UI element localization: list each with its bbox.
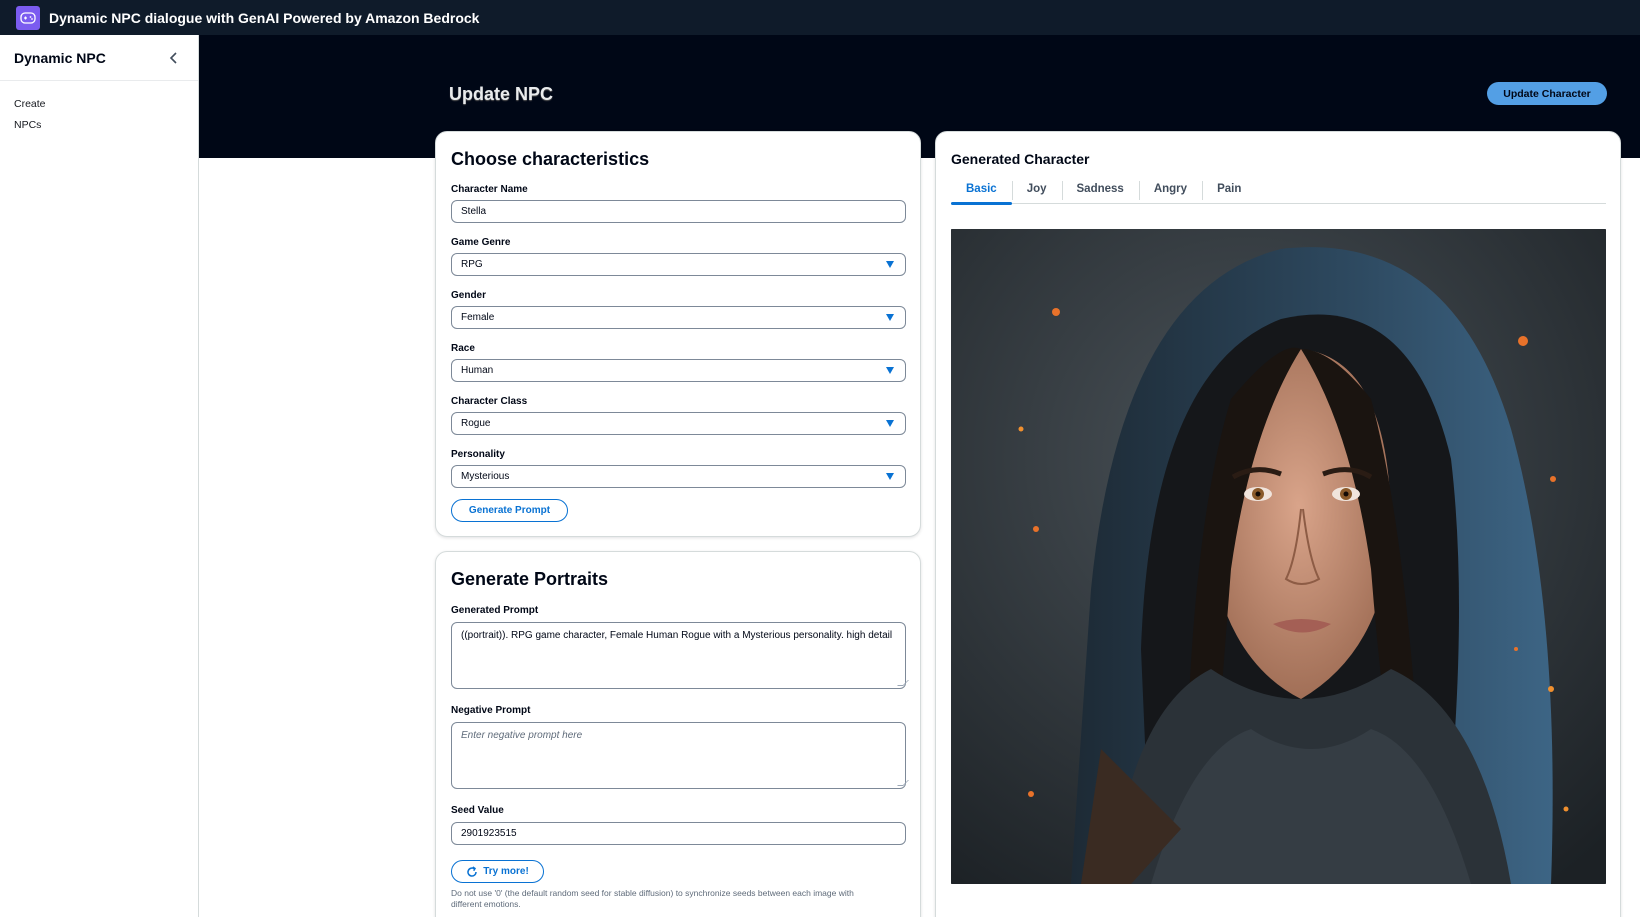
race-value: Human bbox=[461, 365, 494, 376]
sidebar-title[interactable]: Dynamic NPC bbox=[14, 50, 106, 66]
generated-prompt-label: Generated Prompt bbox=[451, 605, 539, 616]
character-name-label: Character Name bbox=[451, 184, 528, 195]
seed-help-text: Do not use '0' (the default random seed … bbox=[451, 888, 854, 909]
emotion-tabs: Basic Joy Sadness Angry Pain bbox=[951, 179, 1606, 205]
generated-prompt-textarea[interactable]: ((portrait)). RPG game character, Female… bbox=[451, 622, 909, 689]
caret-down-icon bbox=[886, 473, 894, 480]
refresh-icon bbox=[467, 865, 477, 877]
game-genre-label: Game Genre bbox=[451, 237, 511, 248]
tab-sadness[interactable]: Sadness bbox=[1061, 179, 1139, 204]
game-genre-select[interactable]: RPG bbox=[451, 253, 906, 276]
tab-angry[interactable]: Angry bbox=[1138, 179, 1202, 204]
try-more-button[interactable]: Try more! bbox=[451, 860, 544, 883]
game-genre-value: RPG bbox=[461, 259, 483, 270]
character-name-value: Stella bbox=[461, 206, 487, 217]
character-class-label: Character Class bbox=[451, 396, 528, 407]
top-navigation-bar: Dynamic NPC dialogue with GenAI Powered … bbox=[0, 0, 1640, 35]
portraits-title: Generate Portraits bbox=[451, 569, 609, 589]
character-name-input[interactable]: Stella bbox=[451, 200, 906, 223]
negative-prompt-textarea[interactable]: Enter negative prompt here bbox=[451, 722, 909, 789]
page-title: Update NPC bbox=[449, 84, 554, 104]
caret-down-icon bbox=[886, 420, 894, 427]
character-class-select[interactable]: Rogue bbox=[451, 412, 906, 435]
seed-value-label: Seed Value bbox=[451, 805, 504, 816]
seed-value-input[interactable]: 2901923515 bbox=[451, 822, 906, 845]
side-navigation: Dynamic NPC Create NPCs bbox=[0, 35, 199, 917]
caret-down-icon bbox=[886, 367, 894, 374]
generated-character-title: Generated Character bbox=[951, 151, 1090, 167]
update-character-button[interactable]: Update Character bbox=[1487, 82, 1607, 105]
seed-value: 2901923515 bbox=[461, 828, 517, 839]
character-portrait-image bbox=[951, 229, 1606, 884]
caret-down-icon bbox=[886, 314, 894, 321]
personality-value: Mysterious bbox=[461, 471, 510, 482]
generate-prompt-button[interactable]: Generate Prompt bbox=[451, 499, 568, 522]
generated-prompt-value: ((portrait)). RPG game character, Female… bbox=[461, 630, 893, 641]
try-more-label: Try more! bbox=[483, 866, 529, 877]
chevron-left-icon[interactable] bbox=[164, 48, 184, 68]
race-select[interactable]: Human bbox=[451, 359, 906, 382]
gender-label: Gender bbox=[451, 290, 487, 301]
negative-prompt-label: Negative Prompt bbox=[451, 705, 531, 716]
sidebar-header: Dynamic NPC bbox=[0, 35, 198, 81]
personality-select[interactable]: Mysterious bbox=[451, 465, 906, 488]
app-title: Dynamic NPC dialogue with GenAI Powered … bbox=[49, 9, 480, 26]
characteristics-title: Choose characteristics bbox=[451, 149, 650, 169]
character-class-value: Rogue bbox=[461, 418, 491, 429]
negative-prompt-placeholder: Enter negative prompt here bbox=[461, 730, 583, 741]
tab-joy[interactable]: Joy bbox=[1011, 179, 1062, 204]
race-label: Race bbox=[451, 343, 475, 354]
sidebar-item-create[interactable]: Create bbox=[14, 94, 198, 115]
caret-down-icon bbox=[886, 261, 894, 268]
gender-select[interactable]: Female bbox=[451, 306, 906, 329]
resize-handle-icon[interactable] bbox=[897, 680, 909, 686]
gamepad-icon[interactable] bbox=[16, 5, 40, 30]
sidebar-item-npcs[interactable]: NPCs bbox=[14, 115, 198, 136]
resize-handle-icon[interactable] bbox=[897, 780, 909, 786]
characteristics-card: Choose characteristics Character Name St… bbox=[435, 131, 921, 537]
gender-value: Female bbox=[461, 312, 495, 323]
personality-label: Personality bbox=[451, 449, 505, 460]
portraits-card: Generate Portraits Generated Prompt ((po… bbox=[435, 551, 921, 917]
tab-pain[interactable]: Pain bbox=[1202, 179, 1256, 204]
generated-character-card: Generated Character Basic Joy Sadness An… bbox=[935, 131, 1621, 917]
sidebar-nav: Create NPCs bbox=[0, 81, 198, 136]
tab-basic[interactable]: Basic bbox=[951, 179, 1012, 205]
